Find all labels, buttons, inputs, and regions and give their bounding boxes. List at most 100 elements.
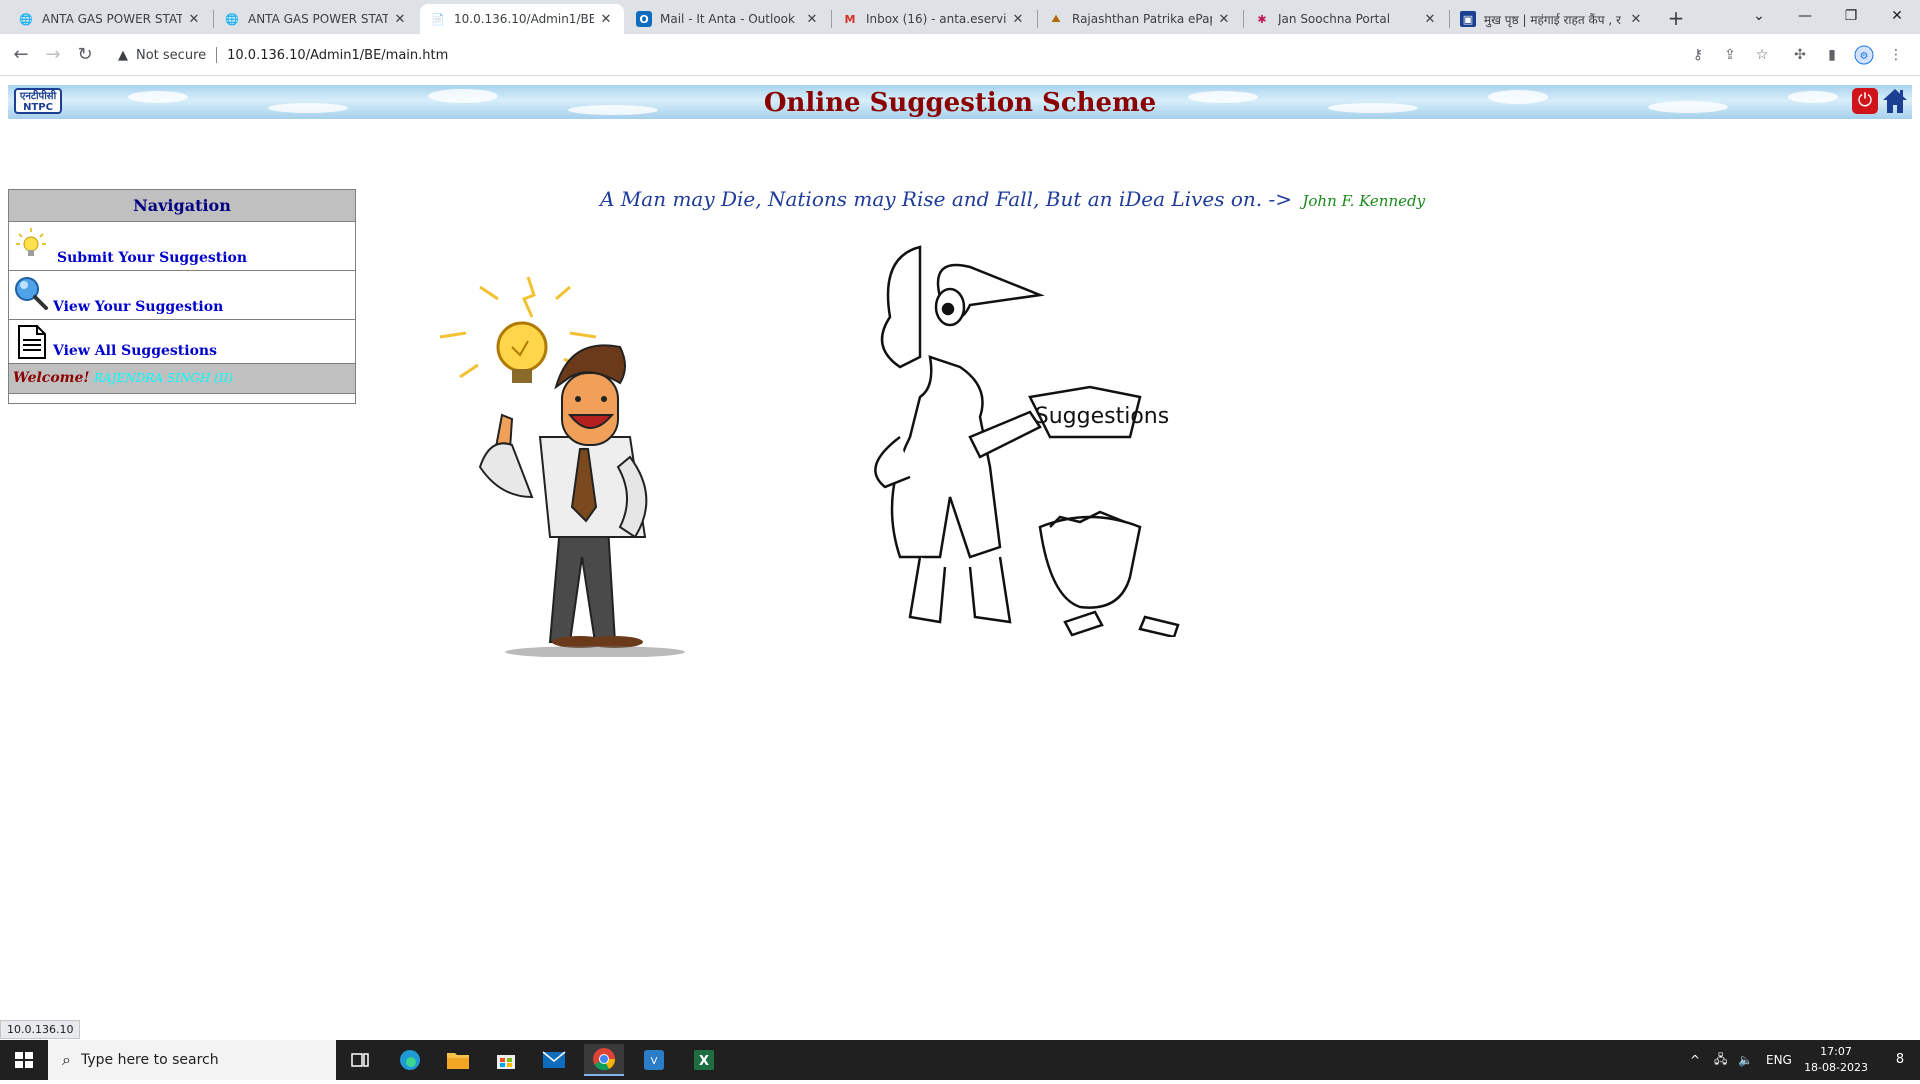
star-icon[interactable]: ☆ [1752, 45, 1772, 65]
forward-button[interactable]: → [40, 42, 66, 68]
minimize-button[interactable]: — [1782, 0, 1828, 32]
back-button[interactable]: ← [8, 42, 34, 68]
submit-suggestion-link[interactable]: Submit Your Suggestion [57, 250, 247, 266]
nav-item-view-all[interactable]: View All Suggestions [9, 320, 355, 364]
notification-center-icon[interactable]: 8 [1888, 1048, 1912, 1072]
mail-icon[interactable] [534, 1044, 574, 1076]
close-icon[interactable]: ✕ [804, 12, 820, 27]
quote-text: A Man may Die, Nations may Rise and Fall… [600, 187, 1293, 211]
patrika-icon: ⛰ [1051, 12, 1061, 25]
task-view-icon[interactable] [340, 1044, 380, 1076]
close-icon[interactable]: ✕ [598, 12, 614, 27]
tray-chevron-icon[interactable]: ^ [1690, 1040, 1700, 1080]
tab-title: ANTA GAS POWER STATION [248, 12, 388, 26]
close-icon[interactable]: ✕ [186, 12, 202, 27]
welcome-user-name: RAJENDRA SINGH (II) [94, 371, 234, 385]
outlook-icon: O [636, 11, 652, 27]
windows-taskbar: ⌕ Type here to search V X ^ 🖧 🔈 ENG 17:0… [0, 1040, 1920, 1080]
vscode-icon[interactable]: V [634, 1044, 674, 1076]
profile-avatar[interactable]: ⚙ [1854, 45, 1874, 65]
idea-man-illustration [439, 276, 685, 657]
tab-gmail[interactable]: M Inbox (16) - anta.eservice@ ✕ [832, 4, 1036, 34]
view-your-suggestion-link[interactable]: View Your Suggestion [53, 299, 223, 315]
address-bar[interactable]: ▲ Not secure 10.0.136.10/Admin1/BE/main.… [108, 39, 1772, 71]
windows-logo-icon [15, 1052, 33, 1068]
share-icon[interactable]: ⇪ [1720, 45, 1740, 65]
tab-strip: 🌐 ANTA GAS POWER STATION ✕ 🌐 ANTA GAS PO… [0, 0, 1920, 34]
clock-time: 17:07 [1820, 1045, 1852, 1058]
edge-icon[interactable] [390, 1044, 430, 1076]
page-icon: 📄 [431, 12, 445, 26]
nav-item-submit[interactable]: Submit Your Suggestion [9, 222, 355, 271]
chrome-icon[interactable] [584, 1044, 624, 1076]
extensions-icon[interactable]: ✣ [1790, 45, 1810, 65]
security-label[interactable]: Not secure [136, 48, 206, 63]
menu-icon[interactable]: ⋮ [1886, 45, 1906, 65]
suggestions-box-label: Suggestions [1035, 404, 1169, 429]
navigation-panel: Navigation Submit Your Suggestion View Y… [8, 189, 356, 404]
windows-start-button[interactable] [0, 1040, 48, 1080]
store-icon[interactable] [486, 1044, 526, 1076]
tab-search-button[interactable]: ⌄ [1736, 0, 1782, 32]
tab-title: ANTA GAS POWER STATION [42, 12, 182, 26]
status-bar-url: 10.0.136.10 [0, 1020, 81, 1039]
rajasthan-icon: ▣ [1460, 11, 1476, 27]
tab-anta-1[interactable]: 🌐 ANTA GAS POWER STATION ✕ [8, 4, 212, 34]
tab-main-active[interactable]: 📄 10.0.136.10/Admin1/BE/main.htm ✕ [420, 4, 624, 34]
jansoochna-icon: ✱ [1257, 12, 1267, 26]
svg-text:V: V [651, 1056, 658, 1067]
tab-patrika[interactable]: ⛰ Rajashthan Patrika ePaper ✕ [1038, 4, 1242, 34]
quote-author: John F. Kennedy [1302, 192, 1426, 210]
key-icon[interactable]: ⚷ [1688, 45, 1708, 65]
tab-anta-2[interactable]: 🌐 ANTA GAS POWER STATION ✕ [214, 4, 418, 34]
suggestion-box-illustration: Suggestions [874, 245, 1180, 637]
page-content: एनटीपीसी NTPC Online Suggestion Scheme ⏻… [0, 77, 1920, 1039]
file-explorer-icon[interactable] [438, 1044, 478, 1076]
tab-title: Rajashthan Patrika ePaper [1072, 12, 1212, 26]
tab-title: Jan Soochna Portal [1278, 12, 1391, 26]
nav-item-view-yours[interactable]: View Your Suggestion [9, 271, 355, 320]
excel-icon[interactable]: X [684, 1044, 724, 1076]
language-indicator[interactable]: ENG [1766, 1040, 1792, 1080]
clock-date: 18-08-2023 [1804, 1061, 1868, 1074]
address-divider [216, 47, 218, 63]
close-icon[interactable]: ✕ [392, 12, 408, 27]
navigation-heading: Navigation [9, 190, 355, 222]
svg-text:X: X [699, 1054, 709, 1069]
tab-jan-soochna[interactable]: ✱ Jan Soochna Portal ✕ [1244, 4, 1448, 34]
welcome-label: Welcome! [13, 370, 90, 386]
view-all-suggestions-link[interactable]: View All Suggestions [53, 343, 217, 359]
volume-icon[interactable]: 🔈 [1738, 1040, 1753, 1080]
new-tab-button[interactable]: + [1662, 4, 1690, 32]
side-panel-icon[interactable]: ▮ [1822, 45, 1842, 65]
close-window-button[interactable]: ✕ [1874, 0, 1920, 32]
tab-outlook[interactable]: O Mail - It Anta - Outlook ✕ [626, 4, 830, 34]
notification-count: 8 [1895, 1052, 1905, 1067]
tab-rajasthan[interactable]: ▣ मुख पृष्ठ | महंगाई राहत कैंप , र ✕ [1450, 4, 1654, 34]
close-icon[interactable]: ✕ [1216, 12, 1232, 27]
tab-title: Mail - It Anta - Outlook [660, 12, 795, 26]
close-icon[interactable]: ✕ [1628, 12, 1644, 27]
search-icon: ⌕ [62, 1050, 71, 1069]
taskbar-search-box[interactable]: ⌕ Type here to search [48, 1040, 336, 1080]
browser-toolbar: ← → ↻ ▲ Not secure 10.0.136.10/Admin1/BE… [0, 34, 1920, 76]
document-icon [13, 324, 49, 360]
url-text[interactable]: 10.0.136.10/Admin1/BE/main.htm [227, 48, 448, 63]
network-icon[interactable]: 🖧 [1714, 1040, 1727, 1080]
header-banner: एनटीपीसी NTPC Online Suggestion Scheme ⏻ [8, 85, 1912, 119]
close-icon[interactable]: ✕ [1010, 12, 1026, 27]
restore-button[interactable]: ❐ [1828, 0, 1874, 32]
close-icon[interactable]: ✕ [1422, 12, 1438, 27]
warning-icon[interactable]: ▲ [118, 48, 128, 63]
lightbulb-icon [13, 226, 49, 262]
welcome-bar: Welcome! RAJENDRA SINGH (II) [9, 364, 355, 394]
quote-line: A Man may Die, Nations may Rise and Fall… [600, 187, 1425, 211]
tab-title: मुख पृष्ठ | महंगाई राहत कैंप , र [1484, 12, 1621, 27]
gmail-icon: M [844, 12, 856, 26]
reload-button[interactable]: ↻ [72, 42, 98, 68]
home-icon[interactable] [1882, 87, 1908, 115]
magnifier-icon [13, 275, 49, 311]
taskbar-clock[interactable]: 17:07 18-08-2023 [1804, 1044, 1868, 1076]
logout-power-icon[interactable]: ⏻ [1852, 88, 1878, 114]
tab-title: Inbox (16) - anta.eservice@ [866, 12, 1006, 26]
